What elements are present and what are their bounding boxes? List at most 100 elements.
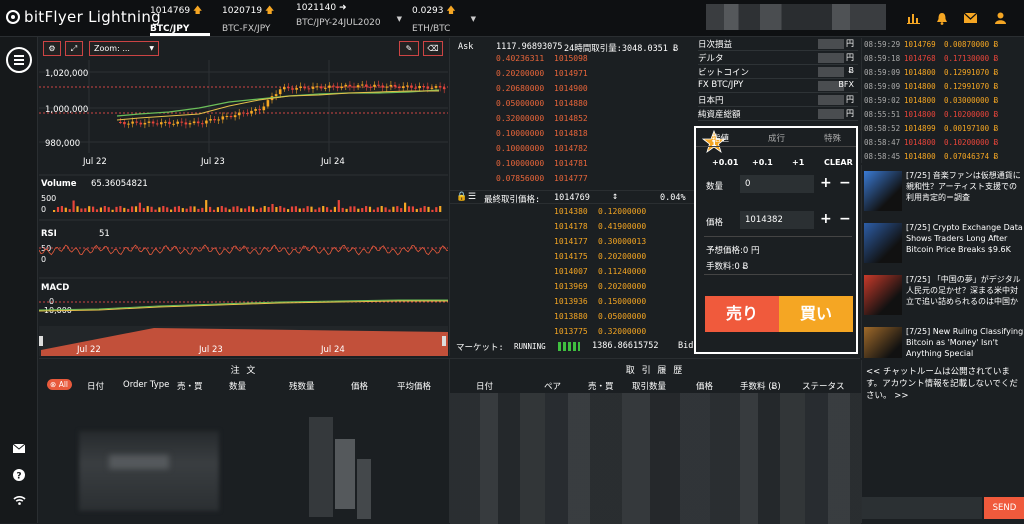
increment-button-1[interactable]: +1	[792, 158, 804, 167]
filter-all-badge[interactable]: ⊗ All	[47, 379, 72, 390]
mail-icon[interactable]	[11, 443, 27, 459]
minus-icon[interactable]: −	[839, 211, 851, 227]
increment-button-01[interactable]: +0.1	[752, 158, 773, 167]
navigator[interactable]: Jul 22 Jul 23 Jul 24	[39, 326, 448, 356]
clear-button[interactable]: CLEAR	[824, 158, 853, 167]
volume-bar	[197, 208, 200, 212]
ask-row[interactable]: 0.10000000 1014782	[450, 144, 695, 156]
candle	[418, 86, 421, 89]
column-header-order-type[interactable]: Order Type	[123, 380, 169, 390]
plus-icon[interactable]: +	[820, 211, 832, 227]
volume-bar	[138, 202, 141, 212]
column-header-quantity[interactable]: 取引数量	[632, 380, 666, 392]
help-icon[interactable]: ?	[11, 469, 27, 485]
bid-size: 0.12000000	[598, 207, 647, 216]
column-header-remaining[interactable]: 残数量	[289, 380, 315, 392]
ask-size: 0.10000000	[496, 129, 545, 138]
bid-row[interactable]: 1014175 0.20200000	[450, 252, 695, 264]
trade-price: 1014800	[904, 82, 936, 91]
news-item[interactable]: [7/25] New Ruling Classifying Bitcoin as…	[864, 325, 1024, 358]
product-tab-btc-fx-jpy[interactable]: 1020719 🡅 BTC-FX/JPY	[222, 3, 282, 36]
navigator-handle-right[interactable]	[442, 336, 446, 346]
column-header-pair[interactable]: ペア	[544, 380, 561, 392]
ask-row[interactable]: 0.10000000 1014781	[450, 159, 695, 171]
chart-icon[interactable]	[906, 12, 920, 26]
candle	[225, 115, 229, 117]
news-item[interactable]: [7/25] 音楽ファンは仮想通貨に親和性？アーティスト支援での利用肯定的＝調査	[864, 169, 1024, 217]
ask-row[interactable]: 0.10000000 1014818	[450, 129, 695, 141]
column-header-price[interactable]: 価格	[696, 380, 713, 392]
ask-row[interactable]: 0.40236311 1015098	[450, 54, 695, 66]
account-label: 日本円	[698, 96, 724, 106]
tab-limit[interactable]: 指値	[712, 132, 729, 144]
candle	[209, 119, 212, 121]
bid-row[interactable]: 1013969 0.20200000	[450, 282, 695, 294]
news-item[interactable]: [7/25] 「中国の夢」がデジタル人民元の足かせ？深まる米中対立で追い詰められ…	[864, 273, 1024, 321]
bid-price: 1013775	[554, 327, 588, 336]
bid-row[interactable]: 1014007 0.11240000	[450, 267, 695, 279]
increment-button-001[interactable]: +0.01	[712, 158, 738, 167]
logo[interactable]: bitFlyer Lightning	[6, 8, 161, 26]
quantity-label: 数量	[706, 182, 724, 192]
ask-row[interactable]: 0.32000000 1014852	[450, 114, 695, 126]
volume-bar	[119, 206, 122, 212]
bid-row[interactable]: 1014380 0.12000000	[450, 207, 695, 219]
column-header-fee[interactable]: 手数料 (Ƀ)	[740, 380, 781, 392]
volume-bar	[64, 207, 67, 212]
ask-size: 0.05000000	[496, 99, 545, 108]
column-header-date[interactable]: 日付	[87, 380, 104, 392]
bid-row[interactable]: 1013775 0.32000000	[450, 327, 695, 339]
navigator-date: Jul 24	[320, 345, 345, 355]
volume-bar	[131, 206, 134, 212]
menu-icon[interactable]	[6, 47, 32, 73]
sort-arrows-icon[interactable]: ↕	[612, 191, 618, 202]
ask-row[interactable]: 0.05000000 1014880	[450, 99, 695, 111]
buy-button[interactable]: 買い	[779, 296, 853, 332]
trade-time: 08:59:09	[864, 82, 901, 91]
news-thumbnail	[864, 223, 902, 263]
column-header-side[interactable]: 売・買	[177, 380, 203, 392]
price-input[interactable]: 1014382	[740, 211, 814, 229]
column-header-price[interactable]: 価格	[351, 380, 368, 392]
volume-bar	[185, 208, 188, 212]
ask-row[interactable]: 0.07856000 1014777	[450, 174, 695, 186]
product-tab-btc-jpy-future[interactable]: 1021140 ➜ BTC/JPY-24JUL2020 ▼	[296, 3, 402, 36]
bid-row[interactable]: 1014178 0.41900000	[450, 222, 695, 234]
date-tick: Jul 22	[82, 157, 107, 167]
plus-icon[interactable]: +	[820, 175, 832, 191]
product-tab-btc-jpy[interactable]: 1014769 🡅 BTC/JPY	[150, 3, 210, 36]
rsi-tick: 50	[41, 244, 51, 253]
column-header-quantity[interactable]: 数量	[229, 380, 246, 392]
send-button[interactable]: SEND	[984, 497, 1024, 519]
bid-row[interactable]: 1013880 0.05000000	[450, 312, 695, 324]
logo-icon	[6, 10, 20, 24]
sell-button[interactable]: 売り	[705, 296, 779, 332]
ask-row[interactable]: 0.20200000 1014971	[450, 69, 695, 81]
bid-row[interactable]: 1014177 0.30000013	[450, 237, 695, 249]
ask-row[interactable]: 0.20680000 1014900	[450, 84, 695, 96]
trade-row: 08:59:09 1014800 0.12991070 Ƀ	[864, 68, 1024, 79]
candle	[229, 115, 233, 118]
column-header-date[interactable]: 日付	[476, 380, 493, 392]
column-header-avg-price[interactable]: 平均価格	[397, 380, 431, 392]
chat-input[interactable]	[862, 497, 982, 519]
candle	[369, 86, 372, 88]
candle	[303, 86, 307, 89]
tab-market[interactable]: 成行	[768, 132, 785, 144]
price-chart[interactable]: 1,020,000 1,000,000 980,000 Jul 22 Jul 2…	[39, 38, 448, 356]
bell-icon[interactable]	[935, 12, 949, 26]
news-item[interactable]: [7/25] Crypto Exchange Data Shows Trader…	[864, 221, 1024, 269]
column-header-status[interactable]: ステータス	[802, 380, 845, 392]
navigator-handle-left[interactable]	[39, 336, 43, 346]
trade-history-list: 08:59:29 1014769 0.00870000 Ƀ 08:59:18 10147…	[861, 38, 1024, 163]
tab-special[interactable]: 特殊	[824, 132, 841, 144]
bid-row[interactable]: 1013936 0.15000000	[450, 297, 695, 309]
column-header-side[interactable]: 売・買	[588, 380, 614, 392]
user-icon[interactable]	[993, 12, 1007, 26]
candle	[365, 84, 368, 87]
candle	[426, 86, 430, 89]
quantity-input[interactable]: 0	[740, 175, 814, 193]
mail-icon[interactable]	[963, 12, 977, 26]
minus-icon[interactable]: −	[839, 175, 851, 191]
product-tab-eth-btc[interactable]: 0.0293 🡅 ETH/BTC ▼	[412, 3, 476, 36]
